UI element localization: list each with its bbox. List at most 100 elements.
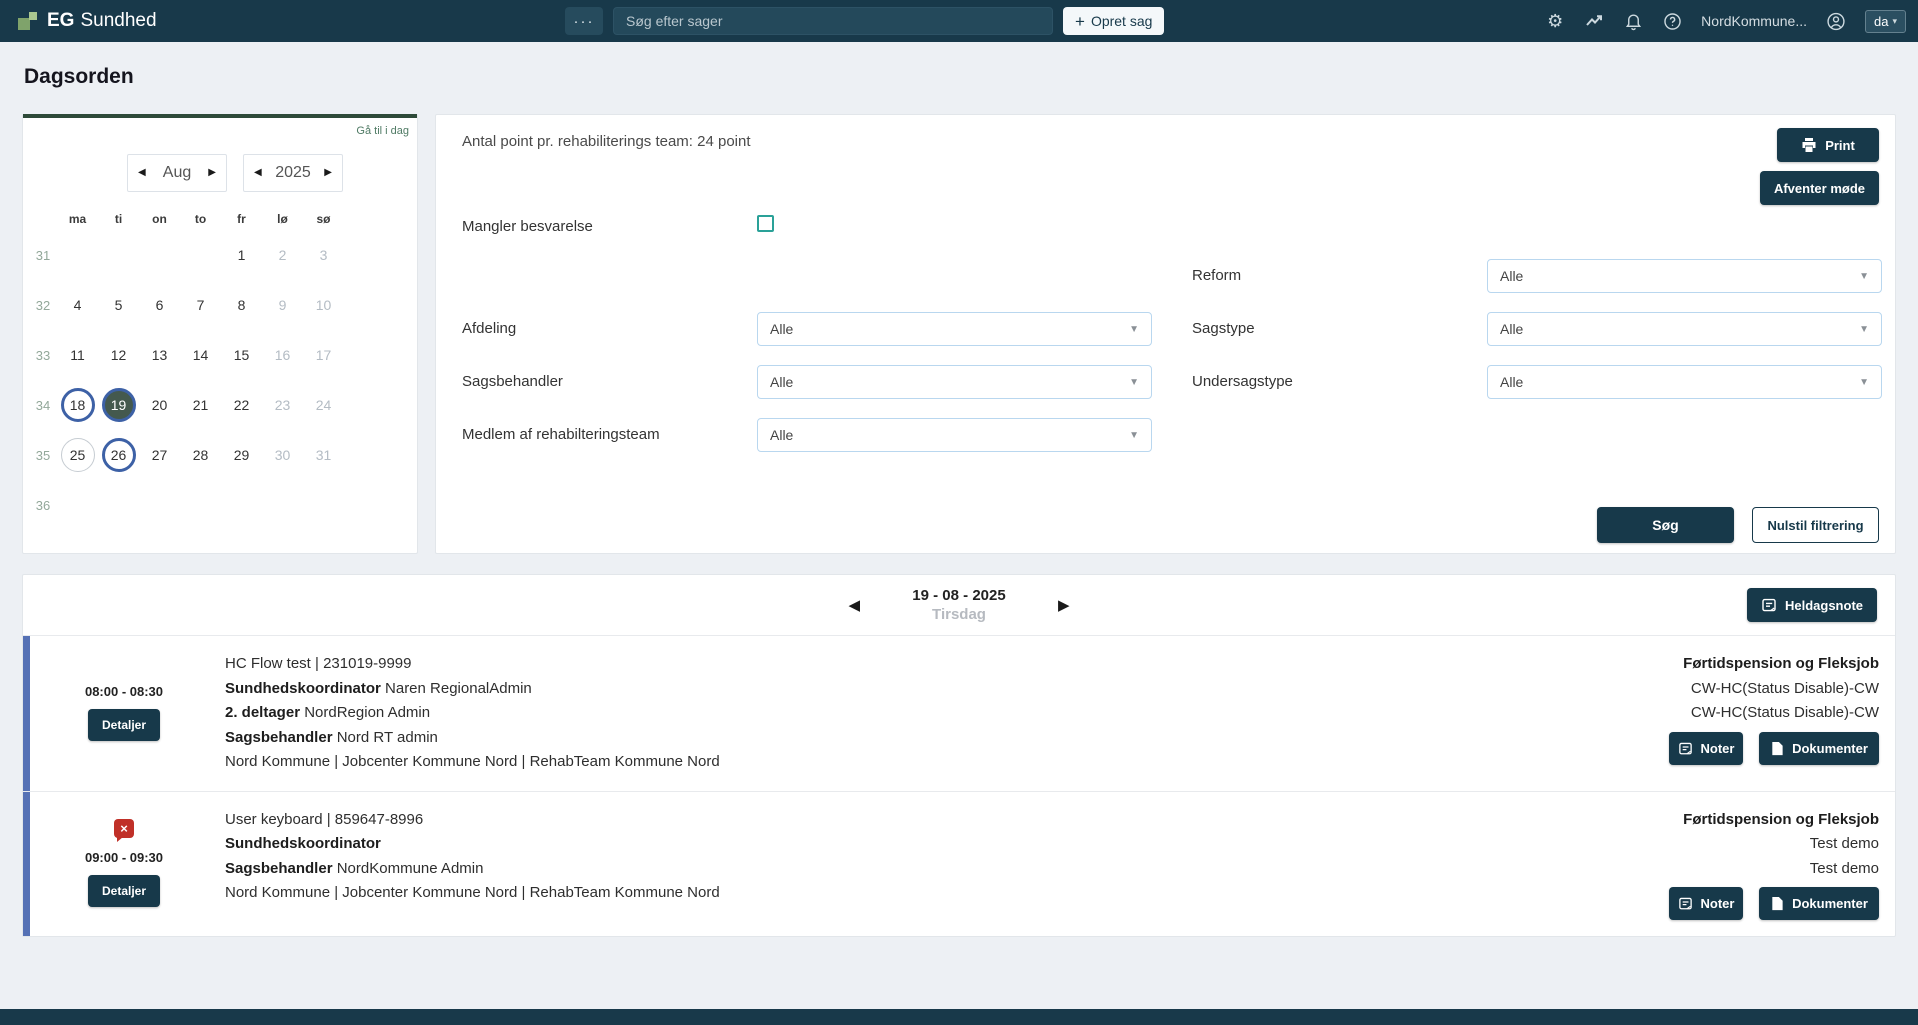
rehabteam-member-dropdown[interactable]: Alle ▼ <box>757 418 1152 452</box>
calendar-day[interactable]: 25 <box>61 438 95 472</box>
tenant-name[interactable]: NordKommune... <box>1701 13 1807 29</box>
user-profile-icon[interactable] <box>1826 11 1846 31</box>
calendar-day[interactable]: 13 <box>139 335 180 376</box>
full-day-note-button[interactable]: Heldagsnote <box>1747 588 1877 622</box>
sagstype-dropdown[interactable]: Alle ▼ <box>1487 312 1882 346</box>
calendar-day[interactable]: 28 <box>180 435 221 476</box>
details-button[interactable]: Detaljer <box>88 709 160 741</box>
calendar-day[interactable]: 22 <box>221 385 262 426</box>
calendar-day[interactable]: 9 <box>262 285 303 326</box>
missing-response-label: Mangler besvarelse <box>462 218 593 235</box>
search-button[interactable]: Søg <box>1597 507 1734 543</box>
chevron-down-icon: ▾ <box>1892 16 1897 27</box>
agenda-date: 19 - 08 - 2025 <box>876 587 1042 604</box>
calendar-day[interactable]: 18 <box>61 388 95 422</box>
calendar-day[interactable]: 29 <box>221 435 262 476</box>
notes-label: Noter <box>1701 741 1735 756</box>
details-button[interactable]: Detaljer <box>88 875 160 907</box>
awaiting-meeting-button[interactable]: Afventer møde <box>1760 171 1879 205</box>
calendar-day[interactable]: 8 <box>221 285 262 326</box>
appointment-org: Nord Kommune | Jobcenter Kommune Nord | … <box>225 750 1475 775</box>
calendar-day[interactable]: 10 <box>303 285 344 326</box>
settings-gear-icon[interactable]: ⚙ <box>1545 11 1565 31</box>
language-selector[interactable]: da ▾ <box>1865 10 1906 33</box>
appointment-org: Nord Kommune | Jobcenter Kommune Nord | … <box>225 881 1475 906</box>
calendar-day[interactable]: 14 <box>180 335 221 376</box>
calendar-day[interactable]: 3 <box>303 235 344 276</box>
chevron-down-icon: ▼ <box>1859 324 1869 335</box>
calendar-day[interactable]: 23 <box>262 385 303 426</box>
month-value: Aug <box>163 164 191 182</box>
rehabteam-member-label: Medlem af rehabilteringsteam <box>462 426 660 443</box>
calendar-day <box>98 485 139 526</box>
calendar-day[interactable]: 7 <box>180 285 221 326</box>
print-button[interactable]: Print <box>1777 128 1879 162</box>
week-number: 34 <box>29 398 57 413</box>
year-value: 2025 <box>275 164 311 182</box>
prev-month-button[interactable]: ◀ <box>138 168 146 178</box>
documents-button[interactable]: Dokumenter <box>1759 887 1879 920</box>
calendar-day[interactable]: 30 <box>262 435 303 476</box>
month-selector: ◀ Aug ▶ <box>127 154 227 192</box>
prev-year-button[interactable]: ◀ <box>254 168 262 178</box>
help-question-icon[interactable] <box>1662 11 1682 31</box>
afdeling-label: Afdeling <box>462 320 516 337</box>
chevron-down-icon: ▼ <box>1859 377 1869 388</box>
activity-trend-icon[interactable] <box>1584 11 1604 31</box>
notifications-bell-icon[interactable] <box>1623 11 1643 31</box>
afdeling-dropdown[interactable]: Alle ▼ <box>757 312 1152 346</box>
app-logo[interactable]: EG Sundhed <box>18 10 157 32</box>
calendar-day[interactable]: 21 <box>180 385 221 426</box>
notes-button[interactable]: Noter <box>1669 732 1743 765</box>
undersagstype-dropdown[interactable]: Alle ▼ <box>1487 365 1882 399</box>
next-year-button[interactable]: ▶ <box>324 168 332 178</box>
documents-button[interactable]: Dokumenter <box>1759 732 1879 765</box>
reform-dropdown[interactable]: Alle ▼ <box>1487 259 1882 293</box>
calendar-day[interactable]: 5 <box>98 285 139 326</box>
calendar-day[interactable]: 20 <box>139 385 180 426</box>
appointment-time: 08:00 - 08:30 <box>85 684 163 699</box>
sagsbehandler-dropdown[interactable]: Alle ▼ <box>757 365 1152 399</box>
calendar-day[interactable]: 15 <box>221 335 262 376</box>
calendar-day[interactable]: 27 <box>139 435 180 476</box>
calendar-day[interactable]: 31 <box>303 435 344 476</box>
calendar-day[interactable]: 24 <box>303 385 344 426</box>
week-number: 35 <box>29 448 57 463</box>
calendar-day[interactable]: 2 <box>262 235 303 276</box>
calendar-day[interactable]: 1 <box>221 235 262 276</box>
calendar-day[interactable]: 11 <box>57 335 98 376</box>
next-day-button[interactable]: ▶ <box>1054 592 1074 618</box>
calendar-day <box>303 485 344 526</box>
calendar-day[interactable]: 6 <box>139 285 180 326</box>
notes-button[interactable]: Noter <box>1669 887 1743 920</box>
calendar-top-accent <box>23 114 417 118</box>
calendar-day[interactable]: 19 <box>102 388 136 422</box>
create-case-button[interactable]: + Opret sag <box>1063 7 1164 35</box>
agenda-panel: ◀ 19 - 08 - 2025 Tirsdag ▶ Heldagsnote 0… <box>22 574 1896 937</box>
calendar-day[interactable]: 4 <box>57 285 98 326</box>
calendar-day[interactable]: 12 <box>98 335 139 376</box>
calendar-day <box>98 235 139 276</box>
week-number: 33 <box>29 348 57 363</box>
week-number: 36 <box>29 498 57 513</box>
case-search-input[interactable] <box>613 7 1053 35</box>
appointment-time: 09:00 - 09:30 <box>85 850 163 865</box>
appointment-field: 2. deltager NordRegion Admin <box>225 701 1475 726</box>
more-menu-button[interactable]: ··· <box>565 7 603 35</box>
calendar-day[interactable]: 26 <box>102 438 136 472</box>
missing-response-checkbox[interactable] <box>757 215 774 232</box>
calendar-day[interactable]: 17 <box>303 335 344 376</box>
sagstype-label: Sagstype <box>1192 320 1255 337</box>
day-header: ma <box>57 212 98 226</box>
next-month-button[interactable]: ▶ <box>208 168 216 178</box>
calendar-week-row: 34 18192021222324 <box>29 380 417 430</box>
page-title: Dagsorden <box>24 65 1918 89</box>
day-header: fr <box>221 212 262 226</box>
calendar-day[interactable]: 16 <box>262 335 303 376</box>
go-to-today-link[interactable]: Gå til i dag <box>356 125 409 137</box>
prev-day-button[interactable]: ◀ <box>844 592 864 618</box>
appointment-row: 08:00 - 08:30 Detaljer HC Flow test | 23… <box>23 635 1895 791</box>
day-header: on <box>139 212 180 226</box>
reset-filters-button[interactable]: Nulstil filtrering <box>1752 507 1879 543</box>
day-header: ti <box>98 212 139 226</box>
